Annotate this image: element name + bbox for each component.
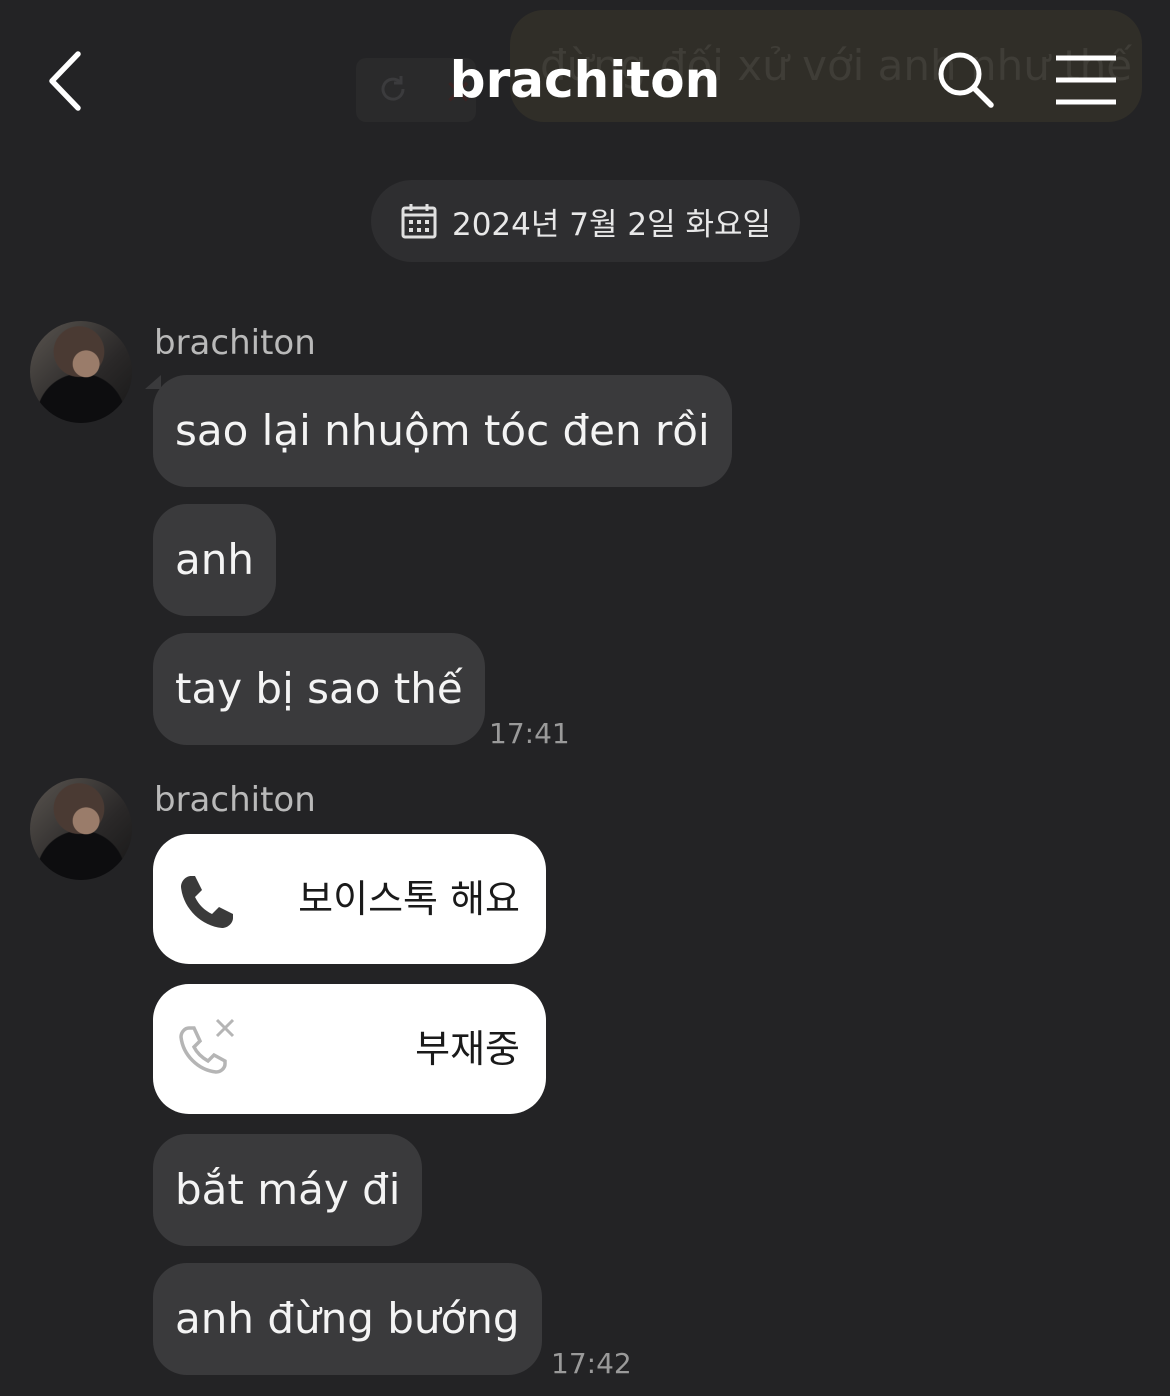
avatar[interactable] (30, 321, 132, 423)
bubble-tail (145, 375, 161, 389)
date-label: 2024년 7월 2일 화요일 (451, 206, 772, 243)
menu-icon[interactable] (1054, 52, 1118, 108)
message-bubble[interactable]: tay bị sao thế (153, 633, 485, 745)
message-bubble[interactable]: anh (153, 504, 276, 616)
avatar[interactable] (30, 778, 132, 880)
date-divider: 2024년 7월 2일 화요일 (371, 180, 800, 262)
missed-call-card[interactable]: 부재중 (153, 984, 546, 1114)
voice-call-label: 보이스톡 해요 (298, 877, 520, 921)
message-bubble[interactable]: sao lại nhuộm tóc đen rồi (153, 375, 732, 487)
calendar-icon (401, 204, 437, 239)
message-time: 17:42 (551, 1347, 632, 1380)
voice-call-card[interactable]: 보이스톡 해요 (153, 834, 546, 964)
missed-call-label: 부재중 (415, 1027, 520, 1071)
sender-name: brachiton (154, 323, 316, 363)
phone-icon (181, 876, 233, 928)
message-bubble[interactable]: bắt máy đi (153, 1134, 423, 1246)
sender-name: brachiton (154, 780, 316, 820)
message-time: 17:41 (489, 717, 570, 750)
missed-call-icon (179, 1018, 235, 1074)
search-icon[interactable] (934, 48, 996, 110)
message-bubble[interactable]: anh đừng bướng (153, 1263, 542, 1375)
